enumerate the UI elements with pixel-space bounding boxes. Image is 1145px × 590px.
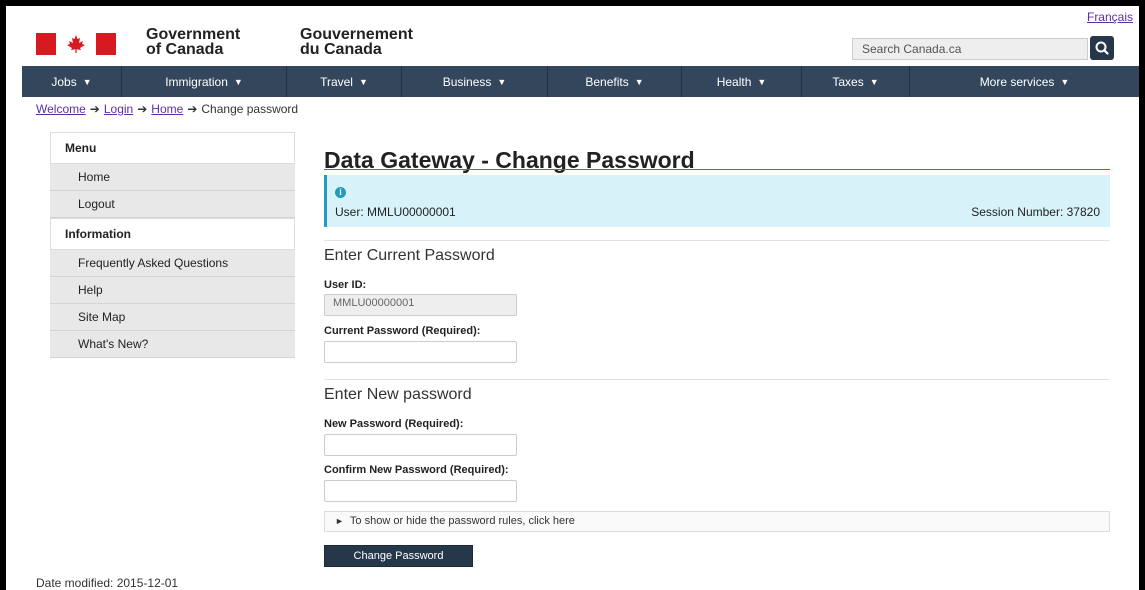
- section-current-password-title: Enter Current Password: [324, 247, 495, 264]
- wordmark-fr-line1: Gouvernement: [300, 26, 413, 43]
- breadcrumb-home[interactable]: Home: [151, 102, 183, 116]
- wordmark-fr-line2: du Canada: [300, 41, 382, 58]
- chevron-down-icon: ▼: [869, 76, 879, 87]
- breadcrumb-welcome[interactable]: Welcome: [36, 102, 86, 116]
- arrow-right-icon: ➔: [89, 102, 100, 116]
- sidebar-item-faq[interactable]: Frequently Asked Questions: [50, 250, 295, 277]
- chevron-down-icon: ▼: [757, 76, 767, 87]
- sidebar-heading-information: Information: [50, 218, 295, 250]
- current-password-label: Current Password (Required):: [324, 325, 481, 337]
- change-password-button[interactable]: Change Password: [324, 545, 473, 567]
- date-modified: Date modified: 2015-12-01: [36, 576, 179, 590]
- nav-jobs[interactable]: Jobs ▼: [22, 66, 122, 97]
- chevron-down-icon: ▼: [634, 76, 644, 87]
- user-id-label: User ID:: [324, 279, 367, 291]
- sidebar-item-help[interactable]: Help: [50, 277, 295, 304]
- chevron-down-icon: ▼: [1060, 76, 1070, 87]
- sidebar-item-home[interactable]: Home: [50, 164, 295, 191]
- nav-business[interactable]: Business ▼: [402, 66, 548, 97]
- confirm-password-label: Confirm New Password (Required):: [324, 464, 509, 476]
- language-toggle-link[interactable]: Français: [1087, 10, 1133, 24]
- chevron-down-icon: ▼: [233, 76, 243, 87]
- breadcrumb-current: Change password: [201, 102, 299, 116]
- nav-immigration[interactable]: Immigration ▼: [122, 66, 287, 97]
- flag-left-bar: [36, 33, 56, 55]
- new-password-field[interactable]: [324, 434, 517, 456]
- arrow-right-icon: ➔: [137, 102, 148, 116]
- wordmark-en-line1: Government: [146, 26, 241, 43]
- search-input[interactable]: Search Canada.ca: [852, 38, 1088, 60]
- triangle-right-icon: ►: [335, 516, 344, 526]
- password-rules-toggle-label: To show or hide the password rules, clic…: [349, 515, 575, 527]
- search-icon: [1095, 41, 1109, 55]
- info-alert: i User: MMLU00000001 Session Number: 378…: [324, 175, 1110, 227]
- divider: [324, 379, 1110, 380]
- nav-travel[interactable]: Travel ▼: [287, 66, 402, 97]
- wordmark-english: Government of Canada: [146, 26, 241, 58]
- sidebar-item-site-map[interactable]: Site Map: [50, 304, 295, 331]
- chevron-down-icon: ▼: [82, 76, 92, 87]
- nav-more-services[interactable]: More services ▼: [910, 66, 1139, 97]
- wordmark-en-line2: of Canada: [146, 41, 224, 58]
- arrow-right-icon: ➔: [187, 102, 198, 116]
- main-nav: Jobs ▼ Immigration ▼ Travel ▼ Business ▼ Ben…: [22, 66, 1139, 97]
- password-rules-toggle[interactable]: ► To show or hide the password rules, cli…: [324, 511, 1110, 532]
- breadcrumb-login[interactable]: Login: [104, 102, 133, 116]
- info-icon: i: [335, 187, 346, 198]
- nav-taxes[interactable]: Taxes ▼: [802, 66, 910, 97]
- sidebar-item-whats-new[interactable]: What's New?: [50, 331, 295, 358]
- confirm-password-field[interactable]: [324, 480, 517, 502]
- chevron-down-icon: ▼: [497, 76, 507, 87]
- canada-flag-logo: [36, 33, 116, 55]
- nav-health[interactable]: Health ▼: [682, 66, 802, 97]
- divider: [324, 240, 1110, 241]
- section-new-password-title: Enter New password: [324, 386, 472, 403]
- current-password-field[interactable]: [324, 341, 517, 363]
- new-password-label: New Password (Required):: [324, 418, 464, 430]
- wordmark-french: Gouvernement du Canada: [300, 26, 413, 58]
- page: Français Government of Canada Gouverneme…: [6, 6, 1139, 590]
- sidebar-item-logout[interactable]: Logout: [50, 191, 295, 218]
- flag-right-bar: [96, 33, 116, 55]
- chevron-down-icon: ▼: [358, 76, 368, 87]
- info-user: User: MMLU00000001: [335, 205, 456, 219]
- nav-benefits[interactable]: Benefits ▼: [548, 66, 682, 97]
- title-rule: [324, 169, 1110, 170]
- sidebar: Menu Home Logout Information Frequently …: [50, 132, 295, 358]
- maple-leaf-icon: [66, 34, 86, 54]
- search-button[interactable]: [1090, 36, 1114, 60]
- info-session-number: Session Number: 37820: [971, 205, 1100, 219]
- user-id-field: MMLU00000001: [324, 294, 517, 316]
- sidebar-heading-menu: Menu: [50, 132, 295, 164]
- breadcrumb: Welcome ➔ Login ➔ Home ➔ Change password: [36, 102, 298, 116]
